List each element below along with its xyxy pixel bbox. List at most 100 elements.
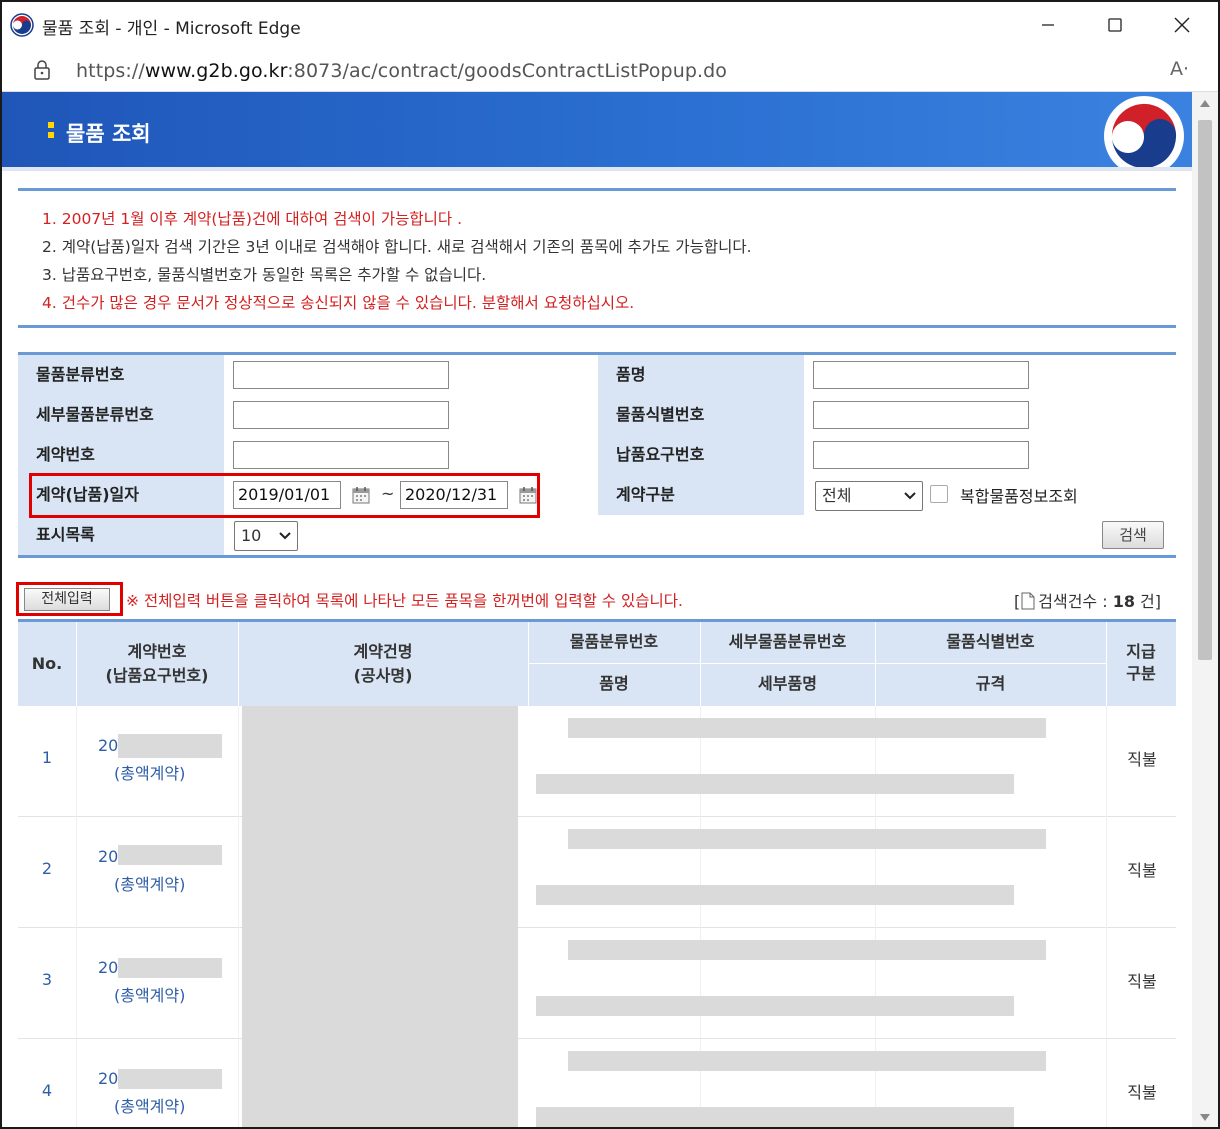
read-aloud-icon[interactable]: A· bbox=[1170, 58, 1189, 80]
notice-item: 2. 계약(납품)일자 검색 기간은 3년 이내로 검색해야 합니다. 새로 검… bbox=[42, 238, 752, 256]
redacted-block bbox=[568, 940, 1046, 960]
scrollbar-thumb[interactable] bbox=[1198, 120, 1212, 660]
search-button[interactable]: 검색 bbox=[1102, 521, 1164, 549]
delivery-req-label: 납품요구번호 bbox=[598, 435, 804, 475]
redacted-contract-name-column bbox=[242, 706, 518, 1127]
banner-bullet-icon bbox=[48, 122, 54, 128]
goods-class-input[interactable] bbox=[233, 361, 449, 389]
contract-number-link[interactable]: 20 bbox=[98, 1069, 118, 1088]
contract-number-link[interactable]: 20 bbox=[98, 736, 118, 755]
row-number[interactable]: 3 bbox=[18, 970, 76, 989]
row-number[interactable]: 2 bbox=[18, 859, 76, 878]
close-button[interactable] bbox=[1162, 10, 1202, 40]
redacted-block bbox=[536, 996, 1014, 1016]
row-number[interactable]: 4 bbox=[18, 1081, 76, 1100]
redacted-block bbox=[536, 885, 1014, 905]
notice-item: 4. 건수가 많은 경우 문서가 정상적으로 송신되지 않을 수 있습니다. 분… bbox=[42, 294, 635, 312]
gov-logo-icon bbox=[10, 13, 34, 37]
redacted-block bbox=[118, 845, 222, 865]
item-name-input[interactable] bbox=[813, 361, 1029, 389]
payment-type: 직불 bbox=[1127, 1083, 1157, 1102]
taegeuk-emblem-icon bbox=[1104, 96, 1184, 176]
form-row: 물품분류번호 품명 bbox=[18, 355, 1176, 395]
notice-item: 1. 2007년 1월 이후 계약(납품)건에 대하여 검색이 가능합니다 . bbox=[42, 210, 462, 228]
results-table: No. 계약번호 (납품요구번호) 계약건명 (공사명) 물품분류번호 세부물품… bbox=[18, 619, 1176, 1127]
date-highlight-box bbox=[29, 473, 540, 518]
title-bar: 물품 조회 - 개인 - Microsoft Edge bbox=[2, 2, 1218, 48]
payment-type: 직불 bbox=[1127, 972, 1157, 991]
header-contract-name: 계약건명 bbox=[353, 642, 413, 661]
redacted-block bbox=[118, 734, 222, 758]
payment-type: 직불 bbox=[1127, 750, 1157, 769]
form-row: 표시목록 10 검색 bbox=[18, 515, 1176, 555]
minimize-icon bbox=[1042, 24, 1054, 26]
minimize-button[interactable] bbox=[1028, 10, 1068, 40]
redacted-block bbox=[568, 829, 1046, 849]
header-goods-class: 물품분류번호 bbox=[569, 632, 659, 651]
notice-list: 1. 2007년 1월 이후 계약(납품)건에 대하여 검색이 가능합니다 . … bbox=[18, 188, 1176, 328]
goods-id-label: 물품식별번호 bbox=[598, 395, 804, 435]
header-contract-name-sub: (공사명) bbox=[353, 666, 413, 685]
header-goods-id: 물품식별번호 bbox=[946, 632, 1035, 651]
redacted-block bbox=[536, 774, 1014, 794]
goods-id-input[interactable] bbox=[813, 401, 1029, 429]
contract-no-input[interactable] bbox=[233, 441, 449, 469]
vertical-scrollbar[interactable] bbox=[1192, 92, 1218, 1127]
contract-no-label: 계약번호 bbox=[18, 435, 224, 475]
contract-type-select[interactable]: 전체 bbox=[815, 481, 923, 511]
display-count-value: 10 bbox=[241, 526, 262, 545]
form-row: 계약번호 납품요구번호 bbox=[18, 435, 1176, 475]
header-payment: 지급 bbox=[1126, 642, 1156, 661]
url-host: www.g2b.go.kr bbox=[144, 60, 288, 82]
table-row[interactable]: 2 20 (총액계약) 직불 bbox=[18, 817, 1176, 928]
redacted-block bbox=[118, 958, 222, 978]
window-title: 물품 조회 - 개인 - Microsoft Edge bbox=[42, 19, 301, 39]
banner-divider bbox=[2, 167, 1192, 171]
chevron-down-icon bbox=[279, 532, 291, 540]
lock-icon[interactable] bbox=[32, 59, 52, 81]
chevron-down-icon bbox=[904, 492, 916, 500]
contract-type-text: (총액계약) bbox=[114, 986, 186, 1005]
contract-type-text: (총액계약) bbox=[114, 1097, 186, 1116]
goods-class-label: 물품분류번호 bbox=[18, 355, 224, 395]
delivery-req-input[interactable] bbox=[813, 441, 1029, 469]
header-detail-item: 세부품명 bbox=[758, 674, 817, 693]
contract-type-value: 전체 bbox=[822, 486, 852, 505]
detail-class-label: 세부물품분류번호 bbox=[18, 395, 224, 435]
contract-number-link[interactable]: 20 bbox=[98, 958, 118, 977]
notice-item: 3. 납품요구번호, 물품식별번호가 동일한 목록은 추가할 수 없습니다. bbox=[42, 266, 487, 284]
complex-goods-label: 복합물품정보조회 bbox=[960, 487, 1078, 506]
page-title: 물품 조회 bbox=[66, 122, 151, 146]
redacted-block bbox=[568, 1051, 1046, 1071]
maximize-icon bbox=[1108, 18, 1122, 32]
form-row: 세부물품분류번호 물품식별번호 bbox=[18, 395, 1176, 435]
contract-type-label: 계약구분 bbox=[598, 475, 804, 515]
page-banner: 물품 조회 bbox=[2, 92, 1192, 176]
table-row[interactable]: 3 20 (총액계약) 직불 bbox=[18, 928, 1176, 1039]
scroll-down-icon[interactable] bbox=[1200, 1114, 1210, 1121]
table-row[interactable]: 4 20 (총액계약) 직불 bbox=[18, 1039, 1176, 1127]
maximize-button[interactable] bbox=[1095, 10, 1135, 40]
header-payment-sub: 구분 bbox=[1126, 664, 1156, 683]
display-count-label: 표시목록 bbox=[18, 515, 224, 555]
table-row[interactable]: 1 20 (총액계약) 직불 bbox=[18, 706, 1176, 817]
url-text[interactable]: https://www.g2b.go.kr:8073/ac/contract/g… bbox=[76, 60, 727, 82]
address-bar[interactable]: https://www.g2b.go.kr:8073/ac/contract/g… bbox=[2, 48, 1218, 92]
display-count-select[interactable]: 10 bbox=[234, 521, 298, 551]
contract-number-link[interactable]: 20 bbox=[98, 847, 118, 866]
header-spec: 규격 bbox=[975, 674, 1006, 693]
table-header: No. 계약번호 (납품요구번호) 계약건명 (공사명) 물품분류번호 세부물품… bbox=[18, 619, 1176, 709]
result-count: [검색건수 : 18 건] bbox=[1014, 588, 1161, 612]
item-name-label: 품명 bbox=[598, 355, 804, 395]
detail-class-input[interactable] bbox=[233, 401, 449, 429]
redacted-block bbox=[568, 718, 1046, 738]
url-prefix: https:// bbox=[76, 60, 145, 82]
contract-type-text: (총액계약) bbox=[114, 764, 186, 783]
close-icon bbox=[1174, 17, 1190, 33]
scroll-up-icon[interactable] bbox=[1200, 100, 1210, 107]
bulk-button-highlight-box bbox=[16, 582, 123, 616]
contract-type-text: (총액계약) bbox=[114, 875, 186, 894]
payment-type: 직불 bbox=[1127, 861, 1157, 880]
row-number[interactable]: 1 bbox=[18, 748, 76, 767]
complex-goods-checkbox[interactable] bbox=[930, 485, 948, 503]
